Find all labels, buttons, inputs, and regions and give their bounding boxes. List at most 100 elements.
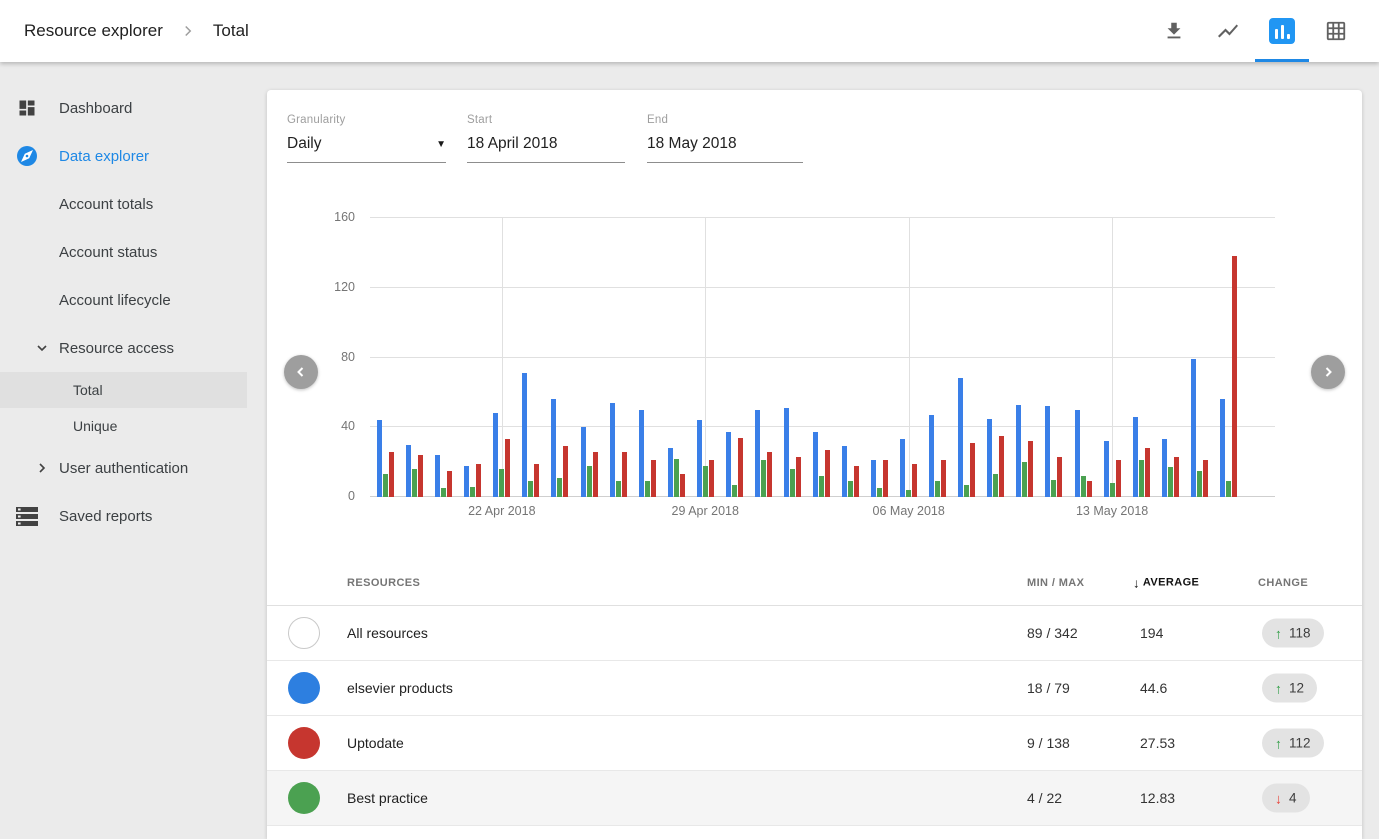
change-badge: ↑ 12 [1262, 674, 1317, 703]
chart-bar [1220, 399, 1225, 497]
header-average[interactable]: ↓ AVERAGE [1133, 575, 1199, 590]
chart-bar [418, 455, 423, 497]
chart-plot [370, 218, 1275, 497]
table-row[interactable]: All resources89 / 342194↑118 [267, 606, 1362, 661]
table-header: RESOURCES MIN / MAX ↓ AVERAGE CHANGE [267, 560, 1362, 606]
header-resources[interactable]: RESOURCES [347, 577, 420, 589]
chart-bar [1197, 471, 1202, 497]
x-axis-tick-label: 22 Apr 2018 [457, 504, 547, 518]
sidebar-item-label: Resource access [59, 340, 174, 357]
sidebar-item-account-status[interactable]: Account status [0, 228, 247, 276]
chart-bar [958, 378, 963, 497]
sidebar-item-resource-access[interactable]: Resource access [0, 324, 247, 372]
sidebar-item-unique[interactable]: Unique [0, 408, 247, 444]
chart-bar [1075, 410, 1080, 497]
chart-bar [1174, 457, 1179, 497]
table-row[interactable]: Uptodate9 / 13827.53↑112 [267, 716, 1362, 771]
scroll-right-button[interactable] [1311, 355, 1345, 389]
change-up-icon: ↑ [1275, 680, 1282, 696]
chart-bar [941, 460, 946, 497]
chart-bar [406, 445, 411, 497]
header-change[interactable]: CHANGE [1258, 577, 1308, 589]
scroll-left-button[interactable] [284, 355, 318, 389]
sidebar-item-dashboard[interactable]: Dashboard [0, 84, 247, 132]
chart-bar [534, 464, 539, 497]
chart-bar [622, 452, 627, 497]
resources-table: RESOURCES MIN / MAX ↓ AVERAGE CHANGE All… [267, 560, 1362, 826]
chart-bar [813, 432, 818, 497]
sidebar-item-data-explorer[interactable]: Data explorer [0, 132, 247, 180]
chart-bar [377, 420, 382, 497]
chart-bar [435, 455, 440, 497]
table-row[interactable]: Best practice4 / 2212.83↓4 [267, 771, 1362, 826]
chart-bar [900, 439, 905, 497]
average-value: 44.6 [1140, 680, 1167, 696]
chart-bar [645, 481, 650, 497]
sidebar-item-user-authentication[interactable]: User authentication [0, 444, 247, 492]
series-color-dot [288, 672, 320, 704]
sidebar-item-account-lifecycle[interactable]: Account lifecycle [0, 276, 247, 324]
sidebar-item-total[interactable]: Total [0, 372, 247, 408]
y-axis-tick-label: 160 [334, 210, 355, 224]
chart-bar [999, 436, 1004, 497]
chart-bar [755, 410, 760, 497]
chart-bar [1045, 406, 1050, 497]
chart-bar [854, 466, 859, 497]
gridline-horizontal [370, 217, 1275, 218]
grid-icon[interactable] [1309, 0, 1363, 62]
min-max-value: 4 / 22 [1027, 790, 1062, 806]
line-chart-icon[interactable] [1201, 0, 1255, 62]
chart-bar [593, 452, 598, 497]
chart-bar [651, 460, 656, 497]
chart-bar [709, 460, 714, 497]
chevron-right-icon [179, 22, 197, 40]
breadcrumb-resource-explorer[interactable]: Resource explorer [24, 21, 163, 41]
resource-name: All resources [347, 625, 428, 641]
change-badge: ↑112 [1262, 729, 1324, 758]
chart-bar [819, 476, 824, 497]
chart-bar [697, 420, 702, 497]
change-up-icon: ↑ [1275, 625, 1282, 641]
report-card: Granularity Daily ▼ Start 18 April 2018 … [267, 90, 1362, 839]
header-min-max[interactable]: MIN / MAX [1027, 577, 1084, 589]
chart-bar [505, 439, 510, 497]
x-axis-tick-label: 13 May 2018 [1067, 504, 1157, 518]
sort-desc-icon: ↓ [1133, 575, 1140, 590]
change-value: 4 [1289, 791, 1297, 806]
bar-chart-icon[interactable] [1255, 0, 1309, 62]
chart-bar [616, 481, 621, 497]
y-axis-tick-label: 120 [334, 280, 355, 294]
dashboard-icon [15, 98, 39, 118]
sidebar-item-account-totals[interactable]: Account totals [0, 180, 247, 228]
change-value: 12 [1289, 681, 1304, 696]
gridline-vertical [1112, 218, 1113, 497]
chart-bar [441, 488, 446, 497]
chart-bar [447, 471, 452, 497]
sidebar-item-label: Account lifecycle [59, 292, 171, 309]
sidebar-item-label: Dashboard [59, 100, 132, 117]
chart-bar [871, 460, 876, 497]
chart-bar [1057, 457, 1062, 497]
chart-bar [610, 403, 615, 497]
chart-bar [668, 448, 673, 497]
average-value: 194 [1140, 625, 1163, 641]
chart-bar [581, 427, 586, 497]
chart-bar [825, 450, 830, 497]
chart-bar [1203, 460, 1208, 497]
sidebar-item-saved-reports[interactable]: Saved reports [0, 492, 247, 540]
chart-bar [1081, 476, 1086, 497]
chart-bar [790, 469, 795, 497]
chart-bar [1139, 460, 1144, 497]
chart-bar [912, 464, 917, 497]
average-value: 27.53 [1140, 735, 1175, 751]
chart-bar [784, 408, 789, 497]
table-row[interactable]: elsevier products18 / 7944.6↑12 [267, 661, 1362, 716]
gridline-vertical [705, 218, 706, 497]
sidebar-item-label: Total [73, 382, 103, 398]
chart-bar [412, 469, 417, 497]
change-value: 112 [1289, 736, 1311, 751]
saved-reports-icon [15, 507, 39, 526]
download-icon[interactable] [1147, 0, 1201, 62]
chart-bar [470, 487, 475, 497]
chart-x-labels: 22 Apr 201829 Apr 201806 May 201813 May … [370, 504, 1275, 524]
